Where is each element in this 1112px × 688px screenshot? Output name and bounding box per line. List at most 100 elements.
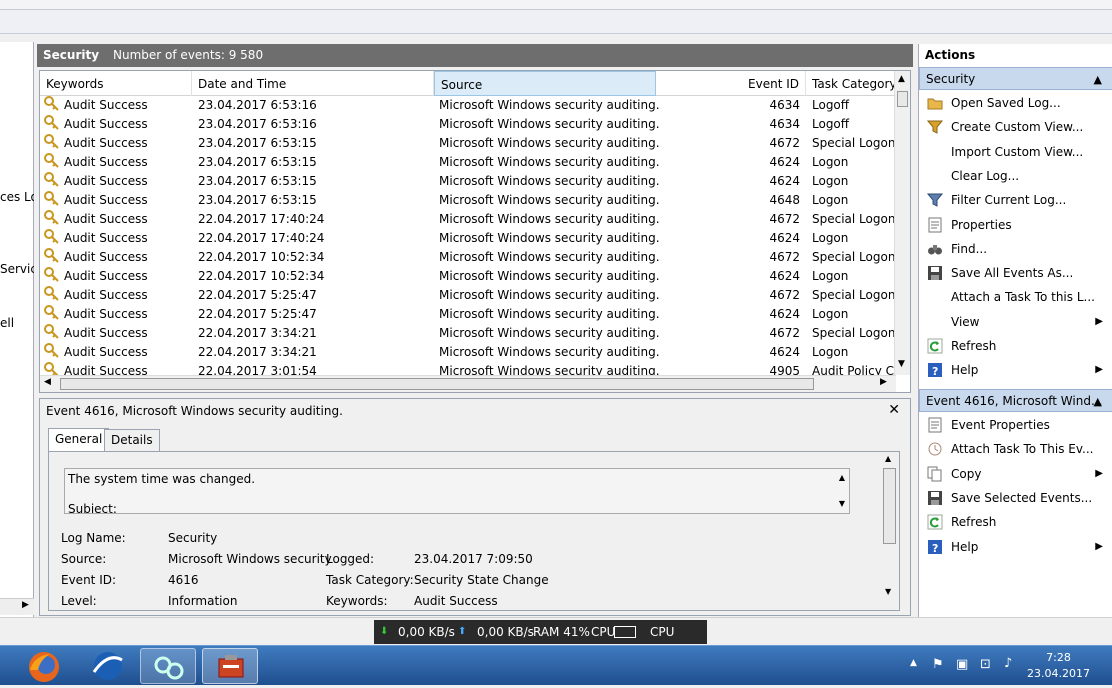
column-date-time[interactable]: Date and Time bbox=[192, 71, 434, 96]
toolbar bbox=[0, 10, 1112, 34]
scroll-down-icon[interactable]: ▼ bbox=[898, 359, 905, 369]
scroll-down-icon[interactable]: ▼ bbox=[885, 587, 891, 596]
column-source[interactable]: Source bbox=[434, 71, 656, 96]
action-item[interactable]: Find... bbox=[919, 237, 1112, 261]
cell-date: 23.04.2017 6:53:15 bbox=[198, 193, 317, 207]
firefox-taskbar-button[interactable] bbox=[16, 648, 72, 684]
tab-details[interactable]: Details bbox=[104, 429, 160, 451]
action-item[interactable]: Properties bbox=[919, 213, 1112, 237]
cell-source: Microsoft Windows security auditing. bbox=[439, 345, 660, 359]
action-item[interactable]: Refresh bbox=[919, 510, 1112, 534]
clock[interactable]: 7:28 23.04.2017 bbox=[1027, 650, 1090, 682]
event-viewer-taskbar-button[interactable] bbox=[202, 648, 258, 684]
task-category-value: Security State Change bbox=[414, 573, 549, 587]
scroll-up-icon[interactable]: ▲ bbox=[839, 473, 845, 482]
network-icon[interactable]: ⊡ bbox=[980, 657, 991, 672]
network-app-taskbar-button[interactable] bbox=[140, 648, 196, 684]
scroll-down-icon[interactable]: ▼ bbox=[839, 499, 845, 508]
upload-speed: 0,00 KB/s bbox=[477, 625, 534, 639]
collapse-icon[interactable]: ▲ bbox=[1094, 390, 1102, 413]
action-item[interactable]: Create Custom View... bbox=[919, 115, 1112, 139]
table-row[interactable]: Audit Success 23.04.2017 6:53:16 Microsoft… bbox=[40, 115, 896, 134]
save-icon bbox=[927, 265, 943, 281]
collapse-icon[interactable]: ▲ bbox=[1094, 68, 1102, 91]
actions-section-event[interactable]: Event 4616, Microsoft Wind... ▲ bbox=[919, 389, 1112, 412]
section-label: Security bbox=[926, 72, 976, 86]
table-row[interactable]: Audit Success 22.04.2017 3:34:21 Microsoft… bbox=[40, 324, 896, 343]
scroll-thumb[interactable] bbox=[883, 468, 896, 544]
action-label: Refresh bbox=[951, 339, 997, 353]
action-label: View bbox=[951, 314, 980, 329]
scroll-left-icon[interactable]: ◀ bbox=[44, 377, 51, 387]
table-row[interactable]: Audit Success 22.04.2017 17:40:24 Microsof… bbox=[40, 229, 896, 248]
grid-horizontal-scrollbar[interactable]: ◀ ▶ bbox=[40, 375, 896, 392]
table-row[interactable]: Audit Success 22.04.2017 10:52:34 Microsof… bbox=[40, 267, 896, 286]
table-row[interactable]: Audit Success 23.04.2017 6:53:16 Microsoft… bbox=[40, 96, 896, 115]
table-row[interactable]: Audit Success 23.04.2017 6:53:15 Microsoft… bbox=[40, 191, 896, 210]
grid-vertical-scrollbar[interactable]: ▲ ▼ bbox=[894, 71, 910, 375]
cell-date: 23.04.2017 6:53:15 bbox=[198, 136, 317, 150]
scroll-up-icon[interactable]: ▲ bbox=[898, 74, 905, 84]
task-category-label: Task Category: bbox=[326, 573, 414, 587]
table-row[interactable]: Audit Success 23.04.2017 6:53:15 Microsoft… bbox=[40, 153, 896, 172]
action-item[interactable]: Attach a Task To this L... bbox=[919, 285, 1112, 309]
level-label: Level: bbox=[61, 594, 97, 608]
logged-value: 23.04.2017 7:09:50 bbox=[414, 552, 533, 566]
cell-keyword: Audit Success bbox=[64, 193, 148, 207]
detail-vertical-scrollbar[interactable]: ▲ ▼ bbox=[881, 452, 899, 602]
tree-item[interactable]: ell bbox=[0, 316, 34, 330]
hscroll-thumb[interactable] bbox=[60, 378, 814, 390]
table-row[interactable]: Audit Success 22.04.2017 5:25:47 Microsoft… bbox=[40, 286, 896, 305]
tab-general[interactable]: General bbox=[48, 428, 110, 452]
action-item[interactable]: Filter Current Log... bbox=[919, 188, 1112, 212]
action-item[interactable]: View ▶ bbox=[919, 310, 1112, 334]
table-row[interactable]: Audit Success 22.04.2017 3:34:21 Microsoft… bbox=[40, 343, 896, 362]
cell-source: Microsoft Windows security auditing. bbox=[439, 307, 660, 321]
table-row[interactable]: Audit Success 23.04.2017 6:53:15 Microsoft… bbox=[40, 134, 896, 153]
action-item[interactable]: Event Properties bbox=[919, 413, 1112, 437]
action-item[interactable]: Save All Events As... bbox=[919, 261, 1112, 285]
volume-icon[interactable]: ♪ bbox=[1004, 656, 1012, 671]
navigation-tree[interactable]: ces Lo Service ell bbox=[0, 42, 34, 617]
tree-item[interactable]: ces Lo bbox=[0, 190, 34, 204]
cell-date: 22.04.2017 10:52:34 bbox=[198, 250, 325, 264]
cell-date: 22.04.2017 17:40:24 bbox=[198, 212, 325, 226]
action-item[interactable]: Clear Log... bbox=[919, 164, 1112, 188]
action-item[interactable]: Copy ▶ bbox=[919, 462, 1112, 486]
source-label: Source: bbox=[61, 552, 107, 566]
tree-horizontal-scrollbar[interactable]: ▶ bbox=[0, 598, 34, 615]
table-row[interactable]: Audit Success 22.04.2017 5:25:47 Microsoft… bbox=[40, 305, 896, 324]
cell-keyword: Audit Success bbox=[64, 212, 148, 226]
table-row[interactable]: Audit Success 22.04.2017 17:40:24 Microsof… bbox=[40, 210, 896, 229]
action-item[interactable]: Save Selected Events... bbox=[919, 486, 1112, 510]
cell-keyword: Audit Success bbox=[64, 269, 148, 283]
cell-event-id: 4624 bbox=[769, 269, 800, 283]
action-item[interactable]: Attach Task To This Ev... bbox=[919, 437, 1112, 461]
events-grid[interactable]: Keywords Date and Time Source Event ID T… bbox=[39, 70, 911, 393]
cell-source: Microsoft Windows security auditing. bbox=[439, 288, 660, 302]
action-item[interactable]: ? Help ▶ bbox=[919, 535, 1112, 559]
flag-icon[interactable]: ⚑ bbox=[932, 657, 944, 672]
cell-task-category: Logoff bbox=[812, 117, 850, 131]
device-icon[interactable]: ▣ bbox=[956, 657, 968, 672]
action-item[interactable]: Refresh bbox=[919, 334, 1112, 358]
app-taskbar-button[interactable] bbox=[80, 648, 136, 684]
event-message[interactable]: The system time was changed. Subject: ▲ … bbox=[64, 468, 850, 514]
action-item[interactable]: Open Saved Log... bbox=[919, 91, 1112, 115]
action-item[interactable]: ? Help ▶ bbox=[919, 358, 1112, 382]
show-hidden-icons[interactable]: ▲ bbox=[910, 658, 917, 668]
close-icon[interactable]: ✕ bbox=[888, 402, 900, 418]
action-label: Help bbox=[951, 539, 979, 554]
help-icon: ? bbox=[927, 539, 943, 555]
scroll-thumb[interactable] bbox=[897, 91, 908, 107]
action-item[interactable]: Import Custom View... bbox=[919, 140, 1112, 164]
tree-item[interactable]: Service bbox=[0, 262, 34, 276]
scroll-right-icon[interactable]: ▶ bbox=[880, 377, 887, 387]
scroll-up-icon[interactable]: ▲ bbox=[885, 454, 891, 463]
table-row[interactable]: Audit Success 22.04.2017 10:52:34 Microsof… bbox=[40, 248, 896, 267]
table-row[interactable]: Audit Success 23.04.2017 6:53:15 Microsoft… bbox=[40, 172, 896, 191]
actions-section-security[interactable]: Security ▲ bbox=[919, 67, 1112, 90]
column-keywords[interactable]: Keywords bbox=[40, 71, 192, 96]
column-task-category[interactable]: Task Category bbox=[806, 71, 897, 96]
column-event-id[interactable]: Event ID bbox=[656, 71, 806, 96]
